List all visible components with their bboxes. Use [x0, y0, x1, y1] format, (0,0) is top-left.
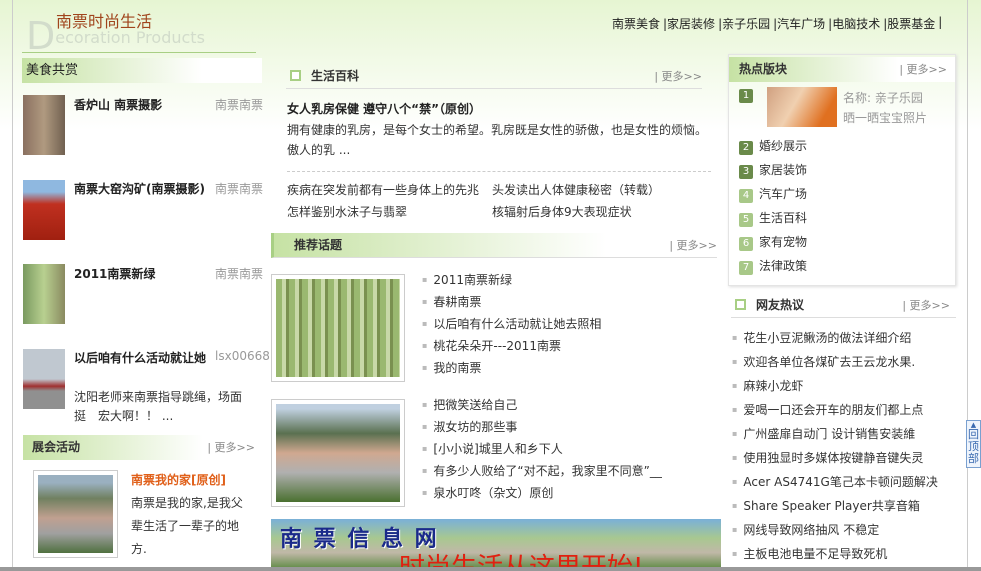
life-link[interactable]: 核辐射后身体9大表现症状 [492, 202, 632, 222]
food-thumb-4[interactable] [23, 349, 65, 409]
topic-link[interactable]: 春耕南票 [422, 291, 601, 313]
topic-link[interactable]: 泉水叮咚（杂文）原创 [422, 482, 662, 504]
forum-link[interactable]: Share Speaker Player共享音箱 [732, 494, 938, 518]
life-summary: 拥有健康的乳房，是每个女士的希望。乳房既是女性的骄傲，也是女性的烦恼。傲人的乳 … [287, 123, 708, 157]
left-border [12, 0, 13, 571]
hot-item[interactable]: 5 生活百科 [739, 206, 807, 230]
topics-title: 推荐话题 [294, 238, 343, 252]
forum-title: 网友热议 [756, 298, 805, 312]
topic-link[interactable]: 以后咱有什么活动就让她去照相 [422, 313, 601, 335]
food-item-author[interactable]: 南票南票 [215, 265, 263, 282]
food-item-title[interactable]: 以后咱有什么活动就让她 [74, 349, 209, 367]
hot-more-link[interactable]: | 更多>> [899, 57, 947, 82]
back-to-top-button[interactable]: ▲ 回顶部 [966, 420, 981, 468]
topic-link[interactable]: 我的南票 [422, 357, 601, 379]
forum-link[interactable]: Acer AS4741G笔己本卡顿问题解决 [732, 470, 937, 494]
expo-more-link[interactable]: | 更多>> [207, 435, 255, 460]
nav-pc[interactable]: |电脑技术 [828, 15, 883, 32]
life-headline[interactable]: 女人乳房保健 遵守八个“禁”（原创） [287, 100, 481, 117]
hot-featured-image[interactable] [767, 87, 837, 127]
bottom-border [0, 567, 981, 571]
nav-home[interactable]: |家居装修 [663, 15, 718, 32]
hot-header: 热点版块 | 更多>> [729, 57, 955, 82]
banner-image[interactable]: 南 票 信 息 网 时尚生活从这里开始! [271, 519, 721, 567]
food-item-title[interactable]: 2011南票新绿 [74, 265, 155, 282]
topic-list-2: 把微笑送给自己 淑女坊的那些事 [小小说]城里人和乡下人 有多少人败给了“对不起… [422, 394, 662, 504]
forum-link[interactable]: 使用独显时多媒体按键静音键失灵 [732, 446, 938, 470]
nav-sep: | [938, 15, 943, 29]
food-thumb-2[interactable] [23, 180, 65, 240]
life-title: 生活百科 [311, 69, 360, 83]
banner-slogan: 时尚生活从这里开始! [399, 547, 643, 567]
life-link[interactable]: 头发读出人体健康秘密（转载） [492, 180, 660, 200]
life-link[interactable]: 怎样鉴别水沫子与翡翠 [287, 202, 407, 222]
food-section-title: 美食共赏 [22, 58, 262, 83]
divider [22, 52, 256, 53]
hot-item[interactable]: 4 汽车广场 [739, 182, 807, 206]
topic-photo-2[interactable] [271, 399, 405, 507]
hot-list: 2 婚纱展示 3 家居装饰 4 汽车广场 5 生活百科 6 家有宠物 7 法律政策 [739, 134, 807, 278]
topic-link[interactable]: 淑女坊的那些事 [422, 416, 662, 438]
nav-kids[interactable]: |亲子乐园 [718, 15, 773, 32]
food-thumb-3[interactable] [23, 264, 65, 324]
topics-header: 推荐话题 | 更多>> [271, 233, 717, 258]
food-item-author[interactable]: 南票南票 [215, 180, 263, 197]
logo-title[interactable]: 南票时尚生活 [56, 8, 152, 32]
hot-item[interactable]: 2 婚纱展示 [739, 134, 807, 158]
life-header: 生活百科 | 更多>> [286, 64, 702, 89]
forum-link[interactable]: 麻辣小龙虾 [732, 374, 938, 398]
food-thumb-1[interactable] [23, 95, 65, 155]
food-item-title[interactable]: 南票大窑沟矿(南票摄影) [74, 180, 205, 197]
hot-item[interactable]: 7 法律政策 [739, 254, 807, 278]
nav-auto[interactable]: |汽车广场 [773, 15, 828, 32]
expo-photo[interactable] [33, 470, 118, 558]
nav-stock[interactable]: |股票基金 [883, 15, 938, 32]
hot-item[interactable]: 6 家有宠物 [739, 230, 807, 254]
topic-list-1: 2011南票新绿 春耕南票 以后咱有什么活动就让她去照相 桃花朵朵开---201… [422, 269, 601, 379]
topic-link[interactable]: 把微笑送给自己 [422, 394, 662, 416]
square-icon [290, 70, 301, 81]
topic-link[interactable]: 2011南票新绿 [422, 269, 601, 291]
food-item-desc: 沈阳老师来南票指导跳绳，场面挺 宏大啊！！ ... [74, 390, 243, 423]
expo-item-title[interactable]: 南票我的家[原创] [131, 471, 226, 488]
expo-header: 展会活动 | 更多>> [23, 435, 263, 460]
topic-link[interactable]: [小小说]城里人和乡下人 [422, 438, 662, 460]
hot-featured-desc[interactable]: 晒一晒宝宝照片 [843, 108, 927, 128]
food-item-author[interactable]: 南票南票 [215, 96, 263, 113]
life-more-link[interactable]: | 更多>> [654, 64, 702, 89]
forum-link[interactable]: 网线导致网络抽风 不稳定 [732, 518, 938, 542]
expo-title: 展会活动 [32, 440, 81, 454]
forum-link[interactable]: 爱喝一口还会开车的朋友们都上点 [732, 398, 938, 422]
right-border [967, 0, 968, 571]
topic-link[interactable]: 有多少人败给了“对不起，我家里不同意”__ [422, 460, 661, 482]
hot-title: 热点版块 [739, 62, 788, 76]
square-icon [735, 299, 746, 310]
forum-link[interactable]: 花生小豆泥鳅汤的做法详细介绍 [732, 326, 938, 350]
topic-link[interactable]: 桃花朵朵开---2011南票 [422, 335, 601, 357]
hot-item[interactable]: 3 家居装饰 [739, 158, 807, 182]
forum-link[interactable]: 主板电池电量不足导致死机 [732, 542, 938, 566]
topics-more-link[interactable]: | 更多>> [669, 233, 717, 258]
nav-food[interactable]: 南票美食 [612, 15, 663, 32]
hot-featured-name[interactable]: 名称: 亲子乐园 [843, 88, 923, 108]
life-link[interactable]: 疾病在突发前都有一些身体上的先兆 [287, 180, 479, 200]
forum-link[interactable]: 广州盛扉自动门 设计销售安装維 [732, 422, 938, 446]
forum-header: 网友热议 | 更多>> [731, 293, 956, 318]
hot-featured-rank: 1 [739, 87, 759, 103]
expo-item-desc: 南票是我的家,是我父辈生活了一辈子的地方. [131, 496, 243, 556]
top-nav: 南票美食 |家居装修 |亲子乐园 |汽车广场 |电脑技术 |股票基金 | [612, 15, 945, 32]
food-item-title[interactable]: 香炉山 南票摄影 [74, 96, 162, 113]
forum-list: 花生小豆泥鳅汤的做法详细介绍 欢迎各单位各煤矿去王云龙水果. 麻辣小龙虾 爱喝一… [732, 326, 938, 566]
divider [287, 171, 711, 172]
forum-link[interactable]: 欢迎各单位各煤矿去王云龙水果. [732, 350, 938, 374]
topic-photo-1[interactable] [271, 274, 405, 382]
food-item-author[interactable]: lsx00668 [215, 349, 270, 363]
forum-more-link[interactable]: | 更多>> [902, 293, 950, 318]
